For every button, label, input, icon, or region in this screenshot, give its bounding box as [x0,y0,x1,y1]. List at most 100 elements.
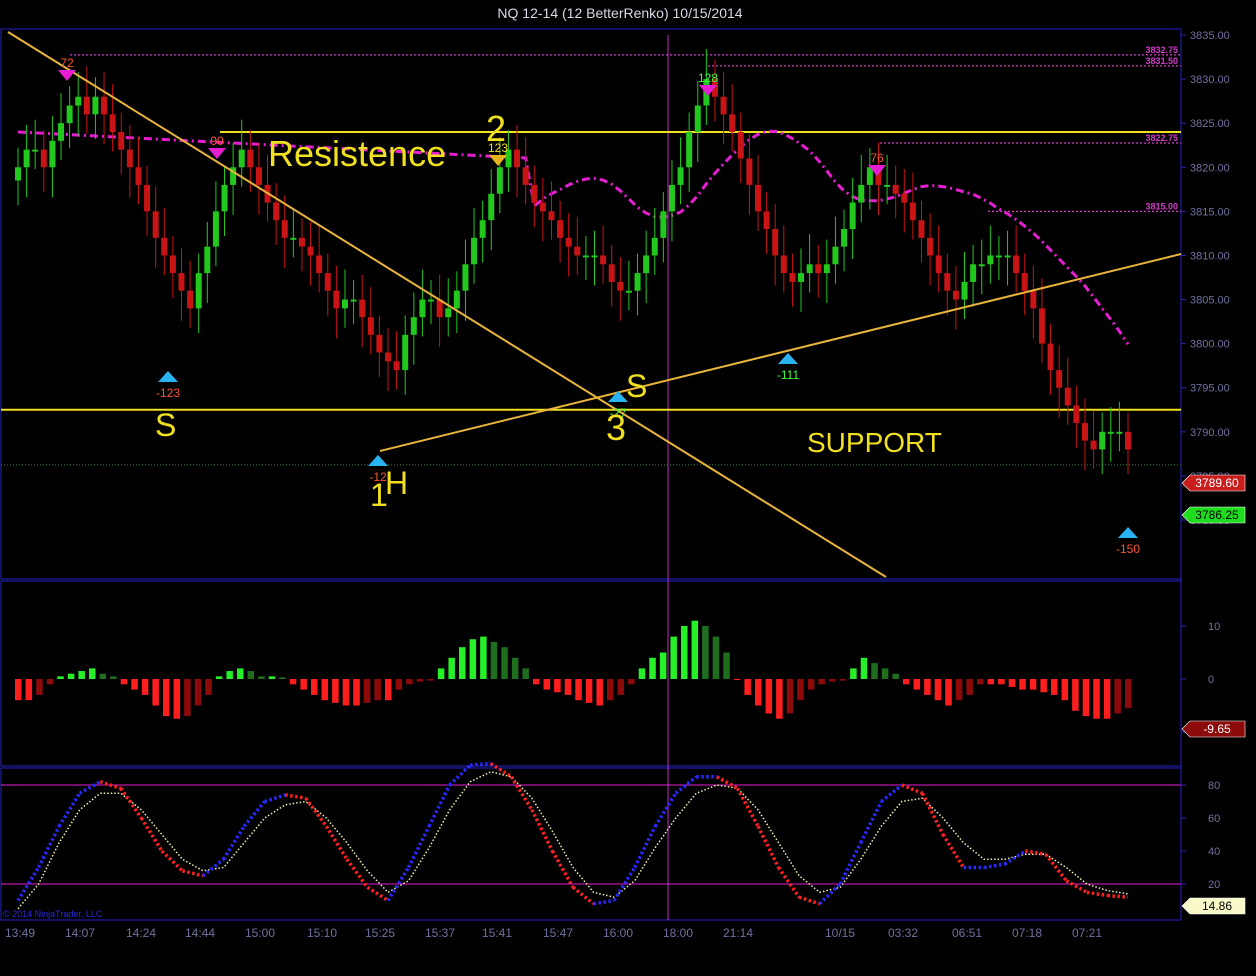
level-3815-00-label: 3815.00 [1145,201,1178,211]
candle-body [574,246,581,256]
candle-body [522,167,529,185]
candle-body [858,184,865,203]
candle-body [600,255,607,265]
time-label: 13:49 [5,926,35,940]
candle-body [126,149,133,168]
swing-high-value: 128 [698,71,718,85]
histogram-bar [427,679,434,681]
candle-body [832,246,839,265]
candle-body [798,273,805,282]
candle-body [15,167,21,181]
candle-body [488,193,495,221]
histogram-bar [342,679,350,706]
histogram-bar [797,679,804,701]
candle-body [402,334,409,371]
candle-body [221,184,228,212]
swing-label-s-left: S [155,407,176,443]
price-tick-label: 3790.00 [1190,427,1230,439]
candle-body [298,237,305,247]
histogram-bar [607,679,614,701]
candle-body [169,255,176,274]
candle-body [892,184,899,194]
candle-body [927,237,934,256]
candle-body [255,167,262,185]
candle-body [496,167,503,194]
candle-body [634,273,641,291]
candle-body [419,299,426,318]
histogram-bar [89,668,96,679]
candle-body [359,299,366,318]
swing-high-value: 76 [870,151,884,165]
candle-body [410,317,417,335]
candle-body [772,229,779,256]
current-price-tag-text: 3786.25 [1195,508,1239,522]
histogram-bar [585,679,593,703]
candle-body [1107,431,1114,434]
time-label: 15:37 [425,926,455,940]
histogram-bar [226,671,233,679]
histogram-bar [945,679,952,706]
histogram-bar [659,652,667,679]
candle-body [479,220,486,238]
candle-body [815,264,822,274]
histogram-bar [723,652,730,679]
candle-body [668,184,675,212]
candle-body [952,290,959,300]
candle-body [729,114,736,132]
histogram-bar [395,679,403,690]
candle-body [273,202,280,221]
histogram-bar [596,679,603,706]
candle-body [118,132,125,150]
candle-body [144,184,151,212]
candle-body [152,211,159,238]
time-label: 10/15 [825,926,855,940]
histogram-bar [1040,679,1047,693]
candle-body [1116,431,1123,434]
candle-body [1038,308,1045,344]
candle-body [918,220,925,238]
stoch-tick-label: 60 [1208,813,1220,825]
histogram-bar [173,679,181,719]
candle-body [23,149,30,168]
histogram-bar [194,679,202,706]
level-3831-50-label: 3831.50 [1145,56,1178,66]
histogram-bar [385,679,392,701]
candle-body [324,273,331,291]
candle-body [1047,343,1054,371]
histogram-bar [786,679,794,714]
candle-body [565,237,572,247]
swing-low-value: -111 [777,368,800,382]
histo-tick-label: 0 [1208,674,1214,686]
stoch-tick-label: 80 [1208,780,1220,792]
time-label: 06:51 [952,926,982,940]
histogram-bar [1082,679,1090,717]
price-tick-label: 3800.00 [1190,339,1230,351]
histogram-bar [765,679,773,714]
histogram-bar [78,671,85,679]
candle-body [453,290,460,309]
histogram-bar [46,679,54,685]
time-label: 15:25 [365,926,395,940]
candle-body [995,255,1002,258]
support-annotation: SUPPORT [807,427,942,458]
price-tick-label: 3805.00 [1190,295,1230,307]
candle-body [161,237,168,256]
time-label: 15:00 [245,926,275,940]
histogram-bar [1103,679,1111,719]
candle-body [841,229,848,247]
histogram-bar [141,679,149,695]
histogram-bar [120,679,128,685]
candle-body [901,193,908,203]
candle-body [780,255,787,274]
wave-label-h: H [385,465,408,501]
histogram-bar [110,676,117,679]
histogram-bar [554,679,561,693]
candle-body [539,202,546,212]
time-label: 14:24 [126,926,156,940]
histogram-bar [374,679,381,701]
histogram-bar [755,679,762,706]
candle-body [1081,423,1088,441]
resistance-annotation: Resistence [268,133,446,174]
histogram-bar [152,679,159,706]
time-label: 07:18 [1012,926,1042,940]
